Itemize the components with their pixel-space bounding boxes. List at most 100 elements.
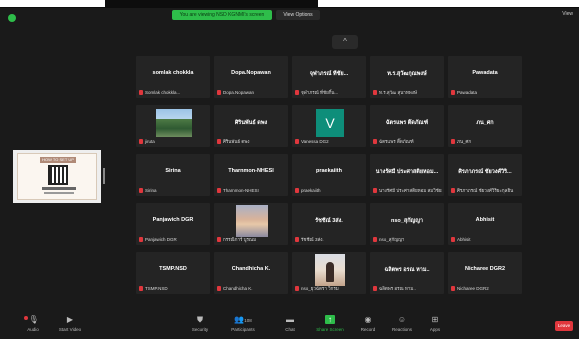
reactions-button[interactable]: ☺ Reactions	[385, 315, 419, 337]
participant-name: ท.ร.สุวัฒกุณพงษ์	[387, 71, 427, 77]
participant-tile[interactable]: Pawadata Pawadata	[447, 55, 523, 99]
participant-footer: nso_ยุวฉัตรา วิกรม	[295, 285, 364, 292]
participant-tile[interactable]: ฉัตรแพร ติ๊ดภัณฑ์ ฉัตรแพร ติ๊ดภัณฑ์	[369, 104, 445, 148]
participant-name: ฉัตรแพร ติ๊ดภัณฑ์	[385, 120, 429, 126]
participant-display-name: รัชชีณ์ 3ส่ง.	[301, 237, 324, 242]
reactions-icon: ☺	[397, 315, 407, 324]
participant-tile[interactable]: praekaiith praekaiith	[291, 153, 367, 197]
participants-button[interactable]: 👥108 Participants	[226, 315, 260, 337]
participant-tile[interactable]: Dopa.Nopawan Dopa.Nopawan	[213, 55, 289, 99]
participant-name: จุฬาภรณ์ ที่ชัย...	[309, 71, 349, 77]
participant-display-name: ท.ร.สุวัฒ สุนาทพงษ์	[379, 90, 417, 95]
security-shield-icon[interactable]	[8, 14, 16, 22]
participant-name: TSMP.NSD	[159, 266, 187, 272]
start-video-button[interactable]: ▶ Start Video	[53, 315, 87, 337]
security-button[interactable]: ⛊ Security	[183, 315, 217, 337]
participant-name: praekaiith	[316, 168, 342, 174]
participant-tile[interactable]: กรรณิการ์ บูรณม	[213, 202, 289, 246]
top-strip-right	[318, 0, 579, 7]
muted-mic-icon	[451, 286, 455, 291]
resize-handle[interactable]	[103, 168, 105, 184]
audio-button[interactable]: 🎙 Audio	[16, 315, 50, 337]
muted-mic-icon	[451, 139, 455, 144]
participant-tile[interactable]: Sirina Sirina	[135, 153, 211, 197]
shared-screen-thumbnail[interactable]: HOW TO SET UP	[13, 150, 105, 203]
screen-share-banner: You are viewing NSD KGNMI's screen	[172, 10, 272, 20]
participants-icon: 👥108	[234, 315, 252, 324]
participant-footer: Tharnmon-NHESI	[217, 187, 286, 194]
participant-display-name: jiruta	[145, 139, 155, 144]
participant-display-name: กรรณิการ์ บูรณม	[223, 237, 257, 242]
muted-mic-icon	[373, 139, 377, 144]
participant-tile[interactable]: Chandhicha K. Chandhicha K.	[213, 251, 289, 295]
participant-tile[interactable]: V Vanessa DG2	[291, 104, 367, 148]
meeting-topbar: You are viewing NSD KGNMI's screen View …	[0, 8, 579, 24]
participant-name: Chandhicha K.	[231, 266, 271, 272]
view-options-button[interactable]: View Options	[276, 10, 320, 20]
page-up-button[interactable]: ^	[332, 35, 358, 49]
participant-footer: ภน_ศก	[451, 138, 520, 145]
participant-display-name: Tharnmon-NHESI	[223, 188, 259, 193]
participant-footer: jiruta	[139, 138, 208, 145]
participant-footer: ฉัตรแพร ติ๊ดภัณฑ์	[373, 138, 442, 145]
participant-tile[interactable]: นางรัศมี ประศาสติยหอม... นางรัศมี ประศาสต…	[369, 153, 445, 197]
muted-mic-icon	[217, 286, 221, 291]
view-button[interactable]: View	[562, 11, 573, 17]
participant-display-name: Vanessa DG2	[301, 139, 329, 144]
meeting-toolbar: 🎙 Audio ▶ Start Video ⛊ Security 👥108 Pa…	[0, 312, 579, 339]
participant-tile[interactable]: jiruta	[135, 104, 211, 148]
share-caption-2	[44, 192, 74, 194]
participant-tile[interactable]: ศิรินพันธ์ ดพง ศิรินพันธ์ ดพง	[213, 104, 289, 148]
participant-footer: ศิรภาภรณ์ ชัยวงศ์วิริยะกุลฮิน	[451, 187, 520, 194]
apps-button[interactable]: ⊞ Apps	[418, 315, 452, 337]
participant-name: ศิรภาภรณ์ ชัยวงศ์วิริ...	[458, 169, 512, 175]
muted-mic-icon	[295, 188, 299, 193]
participant-tile[interactable]: nso_ยุวฉัตรา วิกรม	[291, 251, 367, 295]
participant-display-name: ฉัตรแพร ติ๊ดภัณฑ์	[379, 139, 414, 144]
leave-button[interactable]: Leave	[555, 321, 573, 331]
participant-name: Panjawich DGR	[152, 217, 194, 223]
participant-tile[interactable]: รัชชีณ์ 3ส่ง. รัชชีณ์ 3ส่ง.	[291, 202, 367, 246]
chat-bubble-icon: ▬	[286, 315, 294, 324]
participant-display-name: praekaiith	[301, 188, 321, 193]
record-icon: ◉	[364, 315, 372, 324]
participants-count: 108	[244, 318, 252, 323]
muted-mic-icon	[139, 188, 143, 193]
record-button[interactable]: ◉ Record	[351, 315, 385, 337]
participant-tile[interactable]: TSMP.NSD TSMP.NSD	[135, 251, 211, 295]
muted-mic-icon	[217, 139, 221, 144]
record-label: Record	[360, 327, 376, 332]
chat-button[interactable]: ▬ Chat	[273, 315, 307, 337]
participant-footer: Somlak chokkla...	[139, 89, 208, 96]
muted-mic-icon	[295, 139, 299, 144]
reactions-label: Reactions	[391, 327, 412, 332]
participant-name: ภน_ศก	[476, 120, 494, 126]
security-label: Security	[191, 327, 209, 332]
participant-display-name: Dopa.Nopawan	[223, 90, 255, 95]
participant-display-name: Pawadata	[457, 90, 478, 95]
participant-display-name: Somlak chokkla...	[145, 90, 181, 95]
participant-tile[interactable]: ภน_ศก ภน_ศก	[447, 104, 523, 148]
participant-tile[interactable]: Abhisit Abhisit	[447, 202, 523, 246]
participants-label: Participants	[231, 327, 255, 332]
participant-tile[interactable]: ฉลิตพร อรณ หาม.. ฉลิตพร อรณ หาม..	[369, 251, 445, 295]
participant-tile[interactable]: Tharnmon-NHESI Tharnmon-NHESI	[213, 153, 289, 197]
participant-footer: Dopa.Nopawan	[217, 89, 286, 96]
participant-tile[interactable]: ศิรภาภรณ์ ชัยวงศ์วิริ... ศิรภาภรณ์ ชัยวงศ…	[447, 153, 523, 197]
muted-mic-icon	[139, 237, 143, 242]
participant-tile[interactable]: somlak chokkla Somlak chokkla...	[135, 55, 211, 99]
participant-tile[interactable]: Panjawich DGR Panjawich DGR	[135, 202, 211, 246]
participant-footer: กรรณิการ์ บูรณม	[217, 236, 286, 243]
participant-footer: Abhisit	[451, 236, 520, 243]
participant-tile[interactable]: nso_สุกัญญา nso_สุกัญญา	[369, 202, 445, 246]
participant-display-name: TSMP.NSD	[145, 286, 168, 291]
share-screen-button[interactable]: ↑ Share Screen	[313, 315, 347, 337]
participant-tile[interactable]: จุฬาภรณ์ ที่ชัย... จุฬาภรณ์ ที่ชัยกิ้น...	[291, 55, 367, 99]
muted-mic-icon	[295, 90, 299, 95]
top-strip-left	[0, 0, 105, 7]
participant-tile[interactable]: ท.ร.สุวัฒกุณพงษ์ท.ร.สุวัฒ สุนาทพงษ์	[369, 55, 445, 99]
muted-mic-icon	[217, 188, 221, 193]
muted-mic-icon	[139, 90, 143, 95]
share-arrow-icon: ↑	[325, 315, 335, 324]
participant-tile[interactable]: Nicharee DGR2 Nicharee DGR2	[447, 251, 523, 295]
